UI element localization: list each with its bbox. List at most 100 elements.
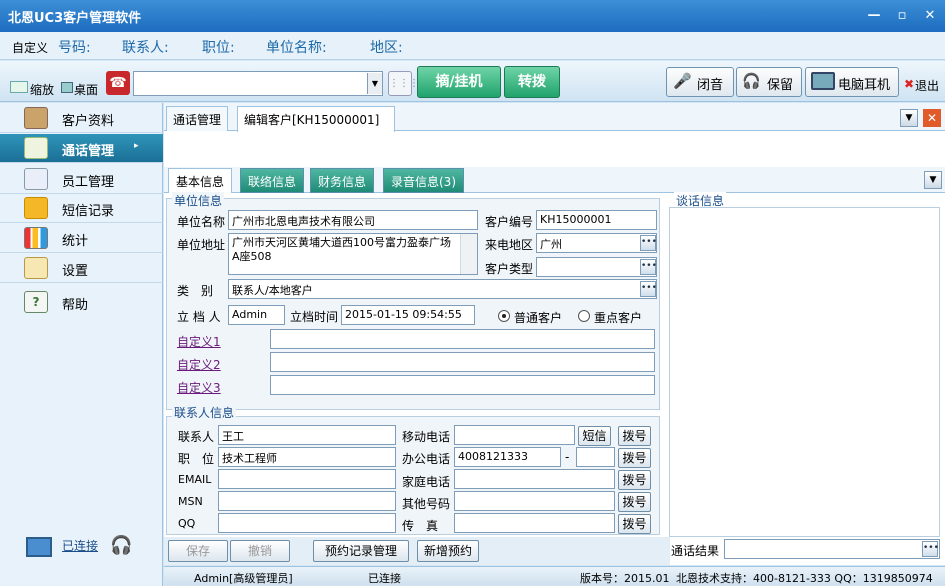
custom3-link[interactable]: 自定义3: [177, 379, 221, 396]
customer-code-field[interactable]: KH15000001: [536, 210, 657, 230]
sidebar-item-sms[interactable]: 短信记录: [0, 194, 163, 223]
tab-basic-info[interactable]: 基本信息: [168, 168, 233, 193]
microphone-icon: 🎤: [673, 72, 692, 90]
mobile-field[interactable]: [454, 425, 575, 445]
create-time-field[interactable]: 2015-01-15 09:54:55: [341, 305, 475, 325]
tab-call-management[interactable]: 通话管理: [166, 106, 229, 131]
sidebar-item-calls[interactable]: 通话管理 ▸: [0, 134, 163, 163]
more-icon[interactable]: •••: [922, 541, 939, 557]
chevron-down-icon[interactable]: ▼: [900, 109, 918, 127]
close-button[interactable]: ✕: [922, 8, 938, 24]
pc-headset-button[interactable]: 电脑耳机: [805, 67, 899, 97]
category-field[interactable]: 联系人/本地客户: [228, 279, 657, 299]
region-label: 地区:: [370, 40, 403, 56]
dial-home-button[interactable]: 拨号: [618, 470, 651, 490]
monitor-icon: [811, 72, 835, 90]
sub-tab-bar: 基本信息 联络信息 财务信息 录音信息(3) ▼: [164, 167, 945, 193]
custom1-link[interactable]: 自定义1: [177, 333, 221, 350]
contact-name-field[interactable]: 王工: [218, 425, 396, 445]
hold-button[interactable]: 🎧 保留: [736, 67, 802, 97]
appointment-records-button[interactable]: 预约记录管理: [313, 540, 409, 562]
contact-info-title: 联系人信息: [172, 404, 237, 421]
extension-field[interactable]: [576, 447, 615, 467]
sidebar-item-label: 通话管理: [62, 144, 115, 159]
new-appointment-button[interactable]: 新增预约: [417, 540, 479, 562]
exit-label[interactable]: 退出: [915, 77, 939, 94]
headset-label: 电脑耳机: [838, 78, 891, 93]
call-result-field[interactable]: [724, 539, 940, 559]
sidebar-item-staff[interactable]: 员工管理: [0, 165, 163, 194]
mute-label: 闭音: [697, 78, 724, 93]
talk-info-textarea[interactable]: [669, 207, 940, 537]
shrink-icon[interactable]: [10, 81, 28, 93]
shrink-label[interactable]: 缩放: [30, 81, 54, 98]
sidebar-item-stats[interactable]: 统计: [0, 224, 163, 253]
dial-office-button[interactable]: 拨号: [618, 448, 651, 468]
top-tab-bar: 通话管理 编辑客户[KH15000001] ▼ ✕: [164, 103, 945, 132]
address-field[interactable]: 广州市天河区黄埔大道西100号富力盈泰广场A座508: [228, 233, 478, 275]
chevron-down-icon[interactable]: ▼: [367, 73, 382, 94]
tab-recordings[interactable]: 录音信息(3): [383, 168, 464, 193]
cancel-button[interactable]: 撤销: [230, 540, 290, 562]
headphones-icon: 🎧: [742, 72, 761, 90]
sidebar-item-label: 统计: [62, 234, 89, 249]
desktop-icon[interactable]: [61, 82, 73, 93]
customer-icon: [24, 107, 48, 129]
tab-edit-customer[interactable]: 编辑客户[KH15000001]: [237, 106, 395, 132]
more-icon[interactable]: •••: [640, 235, 657, 251]
help-icon: ?: [24, 291, 48, 313]
desktop-label[interactable]: 桌面: [74, 81, 98, 98]
toolbar: 缩放 桌面 ☎ ▼ ⋮⋮⋮ 摘/挂机 转拨 🎤 闭音 🎧 保留 电脑耳机 ✖ 退…: [0, 61, 945, 102]
dial-fax-button[interactable]: 拨号: [618, 514, 651, 534]
sidebar-item-customers[interactable]: 客户资料: [0, 104, 163, 133]
more-icon[interactable]: •••: [640, 259, 657, 275]
staff-icon: [24, 168, 48, 190]
headphones-icon: 🎧: [110, 535, 133, 556]
custom1-field[interactable]: [270, 329, 655, 349]
maximize-button[interactable]: ▫: [894, 8, 910, 24]
custom3-field[interactable]: [270, 375, 655, 395]
computer-icon: [26, 537, 52, 557]
close-tab-icon[interactable]: ✕: [923, 109, 941, 127]
call-region-field[interactable]: 广州: [536, 233, 657, 253]
normal-customer-radio[interactable]: [498, 310, 510, 322]
chevron-down-icon[interactable]: ▼: [924, 171, 942, 189]
minimize-button[interactable]: —: [866, 8, 882, 24]
other-phone-field[interactable]: [454, 491, 615, 511]
phone-label: 号码:: [58, 40, 91, 56]
position-field[interactable]: 技术工程师: [218, 447, 396, 467]
dial-number-input[interactable]: [133, 71, 383, 96]
sms-button[interactable]: 短信: [578, 426, 611, 446]
dial-other-button[interactable]: 拨号: [618, 492, 651, 512]
tab-finance-info[interactable]: 财务信息: [310, 168, 375, 193]
more-icon[interactable]: •••: [640, 281, 657, 297]
key-customer-label[interactable]: 重点客户: [594, 309, 642, 326]
sidebar-item-help[interactable]: ? 帮助: [0, 288, 163, 317]
save-button[interactable]: 保存: [168, 540, 228, 562]
exit-icon[interactable]: ✖: [904, 77, 914, 91]
address-scrollbar[interactable]: [460, 234, 477, 274]
sidebar-item-label: 设置: [62, 264, 89, 279]
key-customer-radio[interactable]: [578, 310, 590, 322]
normal-customer-label[interactable]: 普通客户: [514, 309, 562, 326]
office-phone-field[interactable]: 4008121333: [454, 447, 561, 467]
msn-field[interactable]: [218, 491, 396, 511]
creator-field[interactable]: Admin: [228, 305, 285, 325]
pickup-hangup-button[interactable]: 摘/挂机: [417, 66, 501, 98]
mute-button[interactable]: 🎤 闭音: [666, 67, 734, 97]
qq-field[interactable]: [218, 513, 396, 533]
email-field[interactable]: [218, 469, 396, 489]
tab-contact-info[interactable]: 联络信息: [240, 168, 305, 193]
sidebar-item-settings[interactable]: 设置: [0, 254, 163, 283]
home-phone-field[interactable]: [454, 469, 615, 489]
keypad-icon[interactable]: ⋮⋮⋮: [388, 71, 419, 96]
fax-field[interactable]: [454, 513, 615, 533]
company-name-field[interactable]: 广州市北恩电声技术有限公司: [228, 210, 478, 230]
custom2-field[interactable]: [270, 352, 655, 372]
contact-name-label: 联系人: [178, 430, 215, 444]
transfer-button[interactable]: 转拨: [504, 66, 560, 98]
customer-type-field[interactable]: [536, 257, 657, 277]
customer-type-label: 客户类型: [485, 262, 534, 276]
dial-mobile-button[interactable]: 拨号: [618, 426, 651, 446]
custom2-link[interactable]: 自定义2: [177, 356, 221, 373]
